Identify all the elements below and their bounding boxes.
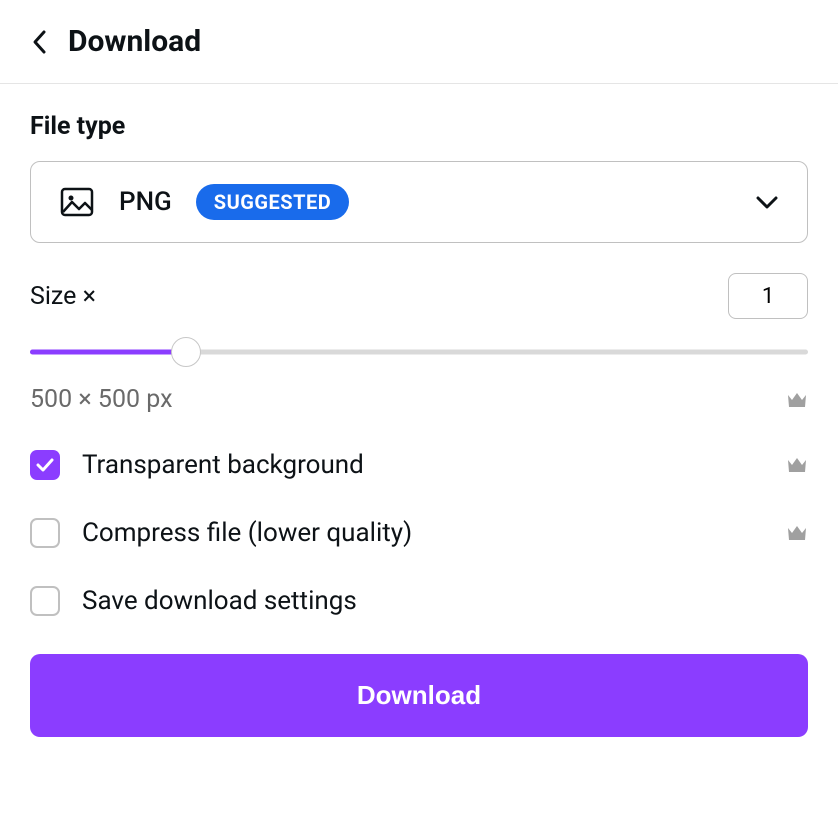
size-row: Size × [30,273,808,319]
page-title: Download [68,24,201,59]
save-label: Save download settings [82,586,808,616]
transparent-label: Transparent background [82,450,764,480]
panel-content: File type PNG SUGGESTED Size × 500 × 500… [0,84,838,767]
size-slider[interactable] [30,337,808,367]
panel-header: Download [0,0,838,84]
transparent-option: Transparent background [30,450,808,480]
suggested-badge: SUGGESTED [196,184,349,220]
crown-icon [786,524,808,542]
size-label: Size × [30,282,96,311]
compress-option: Compress file (lower quality) [30,518,808,548]
crown-icon [786,391,808,409]
filetype-label: File type [30,112,808,141]
chevron-down-icon [755,194,779,210]
dimensions-text: 500 × 500 px [30,385,173,414]
dimensions-row: 500 × 500 px [30,385,808,414]
filetype-value: PNG [119,187,172,217]
image-icon [59,184,95,220]
transparent-checkbox[interactable] [30,450,60,480]
save-option: Save download settings [30,586,808,616]
compress-label: Compress file (lower quality) [82,518,764,548]
download-button[interactable]: Download [30,654,808,737]
compress-checkbox[interactable] [30,518,60,548]
back-button[interactable] [30,28,48,56]
save-checkbox[interactable] [30,586,60,616]
chevron-left-icon [30,28,48,56]
crown-icon [786,456,808,474]
slider-fill [30,350,186,355]
filetype-dropdown[interactable]: PNG SUGGESTED [30,161,808,243]
check-icon [36,458,54,472]
slider-thumb[interactable] [171,337,201,367]
size-input[interactable] [728,273,808,319]
